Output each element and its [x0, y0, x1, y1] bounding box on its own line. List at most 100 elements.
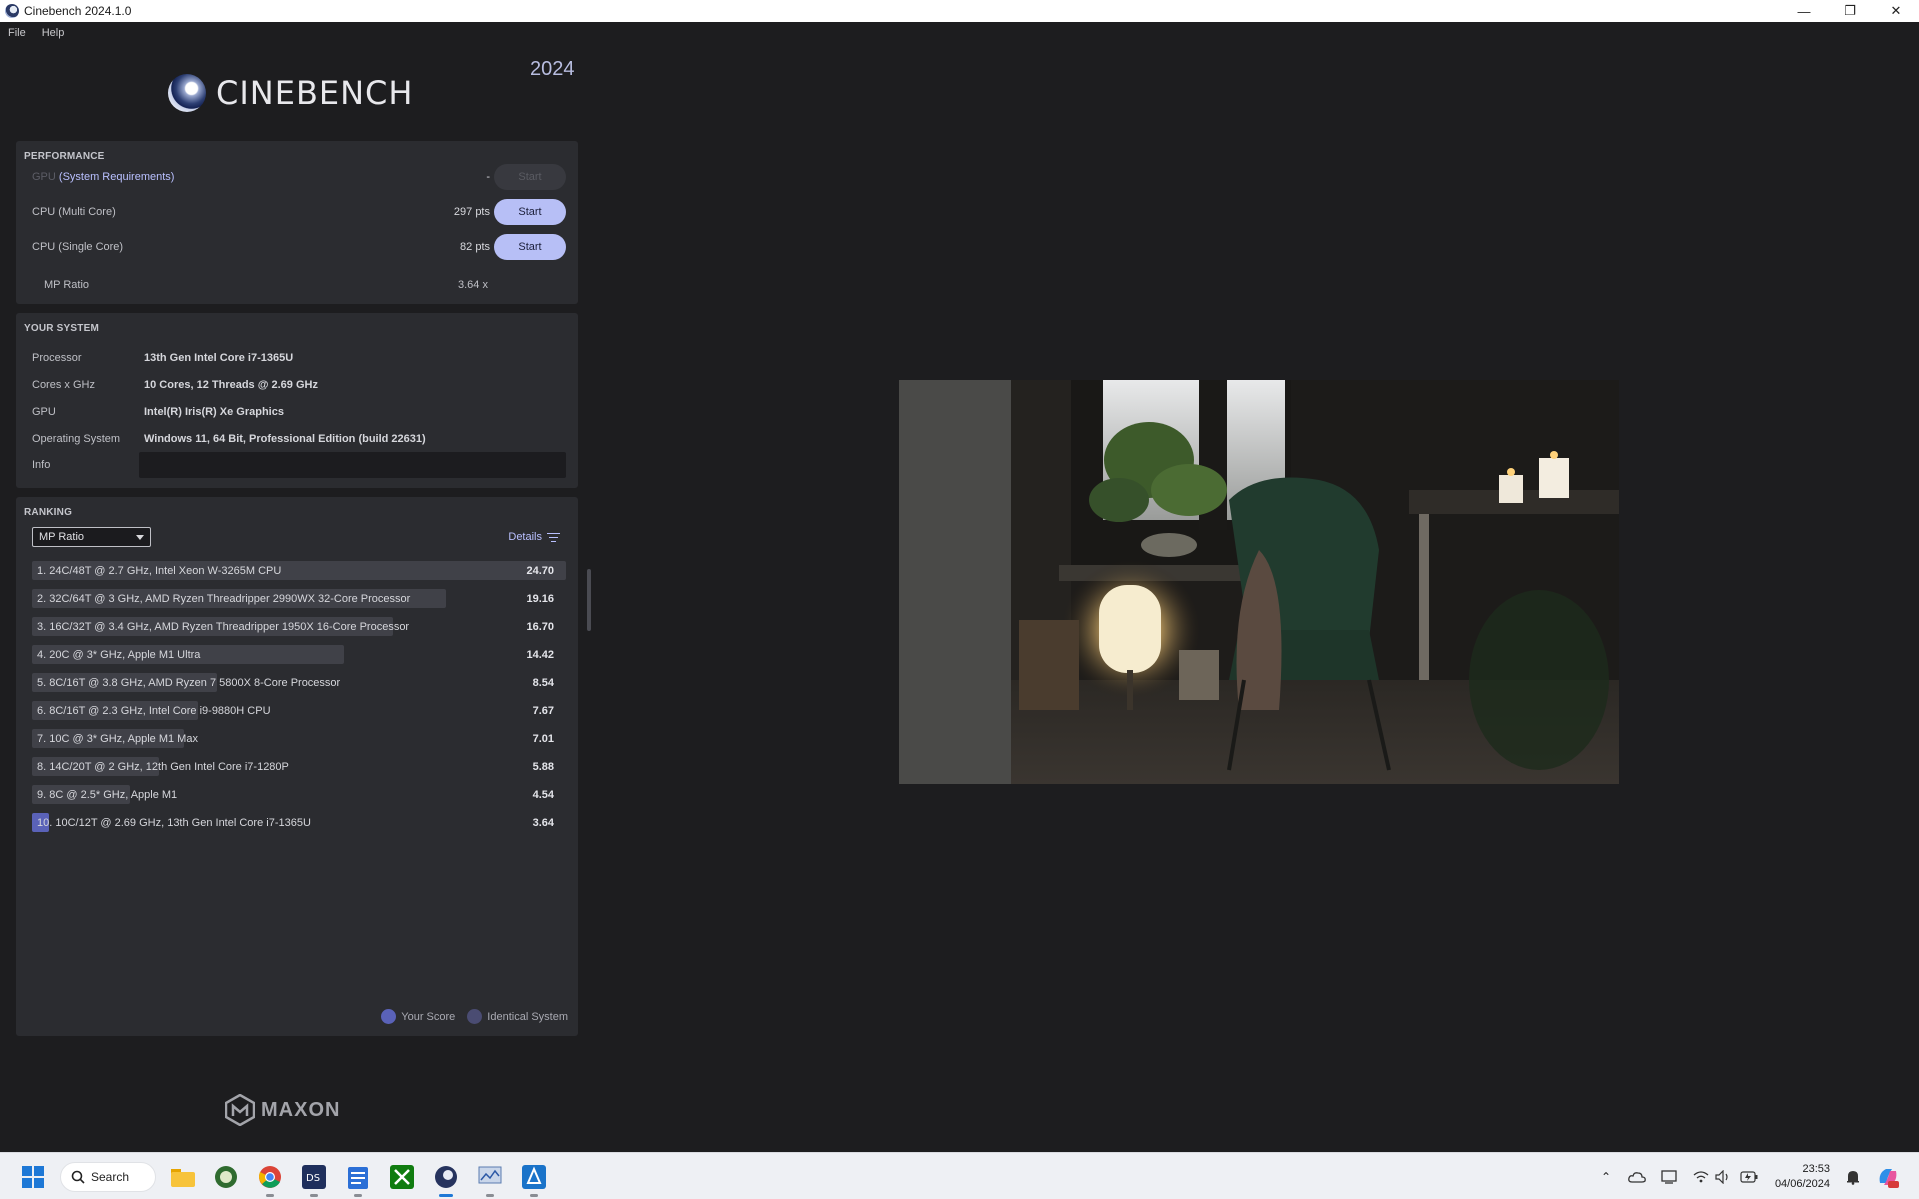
system-requirements-link[interactable]: (System Requirements) — [59, 171, 175, 183]
cpu-single-score: 82 pts — [460, 241, 490, 253]
cpu-multi-score: 297 pts — [453, 206, 490, 218]
ranking-legend: Your Score Identical System — [369, 1009, 568, 1024]
ranking-score: 19.16 — [526, 593, 554, 605]
wifi-icon[interactable] — [1690, 1153, 1712, 1199]
system-key: Info — [32, 459, 51, 471]
ranking-row: 10. 10C/12T @ 2.69 GHz, 13th Gen Intel C… — [32, 809, 566, 837]
cinebench-logo: CINEBENCH — [168, 74, 413, 112]
legend-identical-system: Identical System — [487, 1010, 568, 1023]
clock-time: 23:53 — [1802, 1163, 1830, 1175]
gpu-row: GPU (System Requirements) - Start — [32, 163, 566, 191]
vuescan-icon[interactable] — [211, 1162, 241, 1192]
menu-help[interactable]: Help — [34, 27, 73, 39]
render-scene-image — [899, 380, 1619, 784]
svg-text:DS: DS — [306, 1173, 320, 1184]
ranking-label: 4. 20C @ 3* GHz, Apple M1 Ultra — [37, 649, 201, 661]
cinebench-taskbar-icon[interactable] — [431, 1162, 461, 1197]
gpu-score: - — [486, 171, 490, 183]
cpu-multi-start-button[interactable]: Start — [494, 199, 566, 225]
cpu-multi-row: CPU (Multi Core) 297 pts Start — [32, 198, 566, 226]
performance-panel: PERFORMANCE GPU (System Requirements) - … — [16, 141, 578, 304]
ranking-score: 16.70 — [526, 621, 554, 633]
ranking-score: 3.64 — [532, 817, 554, 829]
monitor-app-icon[interactable] — [475, 1162, 505, 1197]
cpu-single-start-button[interactable]: Start — [494, 234, 566, 260]
maxon-logo-text: MAXON — [261, 1098, 341, 1121]
search-icon — [71, 1170, 85, 1184]
ranking-mode-dropdown[interactable]: MP Ratio — [32, 527, 151, 547]
taskbar-clock[interactable]: 23:53 04/06/2024 — [1770, 1162, 1830, 1192]
restore-button[interactable]: ❐ — [1827, 0, 1873, 22]
ranking-label: 10. 10C/12T @ 2.69 GHz, 13th Gen Intel C… — [37, 817, 311, 829]
left-panel-scrollbar[interactable] — [587, 569, 591, 631]
ranking-label: 1. 24C/48T @ 2.7 GHz, Intel Xeon W-3265M… — [37, 565, 282, 577]
system-key: Processor — [32, 352, 82, 364]
ranking-label: 8. 14C/20T @ 2 GHz, 12th Gen Intel Core … — [37, 761, 289, 773]
title-bar: Cinebench 2024.1.0 — ❐ ✕ — [0, 0, 1919, 22]
ranking-score: 14.42 — [526, 649, 554, 661]
ranking-score: 8.54 — [532, 677, 554, 689]
xbox-icon[interactable] — [387, 1162, 417, 1192]
ranking-label: 5. 8C/16T @ 3.8 GHz, AMD Ryzen 7 5800X 8… — [37, 677, 341, 689]
mp-ratio-row: MP Ratio 3.64 x — [44, 279, 524, 291]
start-button[interactable] — [18, 1162, 48, 1192]
ranking-score: 7.67 — [532, 705, 554, 717]
flutter-app-icon[interactable] — [519, 1162, 549, 1197]
maxon-logo-icon — [225, 1094, 255, 1126]
ranking-label: 2. 32C/64T @ 3 GHz, AMD Ryzen Threadripp… — [37, 593, 411, 605]
close-button[interactable]: ✕ — [1873, 0, 1919, 22]
mp-ratio-label: MP Ratio — [44, 279, 90, 291]
ranking-label: 6. 8C/16T @ 2.3 GHz, Intel Core i9-9880H… — [37, 705, 271, 717]
taskbar-search[interactable]: Search — [60, 1162, 156, 1192]
windows-taskbar: Search DS ⌃ 23:53 04/06/2024 — [0, 1152, 1919, 1199]
system-key: Operating System — [32, 433, 121, 445]
cpu-single-row: CPU (Single Core) 82 pts Start — [32, 233, 566, 261]
details-button[interactable]: Details — [508, 531, 560, 543]
chrome-icon[interactable] — [255, 1162, 285, 1197]
cpu-single-label: CPU (Single Core) — [32, 241, 124, 253]
your-score-legend-dot — [381, 1009, 397, 1024]
system-row-cores: Cores x GHz 10 Cores, 12 Threads @ 2.69 … — [32, 374, 566, 396]
ranking-row: 4. 20C @ 3* GHz, Apple M1 Ultra 14.42 — [32, 641, 566, 669]
dropdown-value: MP Ratio — [39, 531, 85, 543]
ds-icon[interactable]: DS — [299, 1162, 329, 1197]
system-key: Cores x GHz — [32, 379, 95, 391]
ranking-title: RANKING — [24, 507, 73, 518]
your-system-title: YOUR SYSTEM — [24, 323, 99, 334]
onedrive-icon[interactable] — [1626, 1153, 1648, 1199]
gpu-start-button: Start — [494, 164, 566, 190]
copilot-icon[interactable] — [1874, 1153, 1902, 1199]
system-value: Intel(R) Iris(R) Xe Graphics — [144, 406, 284, 418]
window-title: Cinebench 2024.1.0 — [24, 4, 132, 18]
ranking-panel: RANKING MP Ratio Details 1. 24C/48T @ 2.… — [16, 497, 578, 1036]
search-label: Search — [91, 1170, 130, 1184]
version-year: 2024 — [530, 58, 575, 80]
details-label: Details — [508, 531, 542, 543]
ranking-row: 6. 8C/16T @ 2.3 GHz, Intel Core i9-9880H… — [32, 697, 566, 725]
notification-bell-icon[interactable] — [1842, 1153, 1864, 1199]
chevron-up-icon[interactable]: ⌃ — [1596, 1153, 1616, 1199]
cinebench-app-icon — [5, 4, 19, 18]
filter-icon — [547, 532, 560, 542]
system-row-os: Operating System Windows 11, 64 Bit, Pro… — [32, 428, 566, 450]
ranking-row: 1. 24C/48T @ 2.7 GHz, Intel Xeon W-3265M… — [32, 557, 566, 585]
display-icon[interactable] — [1658, 1153, 1680, 1199]
volume-icon[interactable] — [1712, 1153, 1734, 1199]
info-field[interactable] — [139, 452, 566, 478]
battery-icon[interactable] — [1738, 1153, 1760, 1199]
minimize-button[interactable]: — — [1781, 0, 1827, 22]
file-explorer-icon[interactable] — [168, 1162, 198, 1192]
ranking-score: 7.01 — [532, 733, 554, 745]
system-value: Windows 11, 64 Bit, Professional Edition… — [144, 433, 426, 445]
logo-text: CINEBENCH — [216, 74, 414, 112]
ranking-row: 5. 8C/16T @ 3.8 GHz, AMD Ryzen 7 5800X 8… — [32, 669, 566, 697]
notepad-icon[interactable] — [343, 1162, 373, 1197]
render-viewport — [899, 380, 1619, 784]
chevron-down-icon — [136, 535, 144, 540]
mp-ratio-value: 3.64 x — [458, 279, 488, 291]
ranking-label: 9. 8C @ 2.5* GHz, Apple M1 — [37, 789, 178, 801]
ranking-score: 24.70 — [526, 565, 554, 577]
menu-file[interactable]: File — [0, 27, 34, 39]
ranking-row: 8. 14C/20T @ 2 GHz, 12th Gen Intel Core … — [32, 753, 566, 781]
ranking-label: 7. 10C @ 3* GHz, Apple M1 Max — [37, 733, 198, 745]
